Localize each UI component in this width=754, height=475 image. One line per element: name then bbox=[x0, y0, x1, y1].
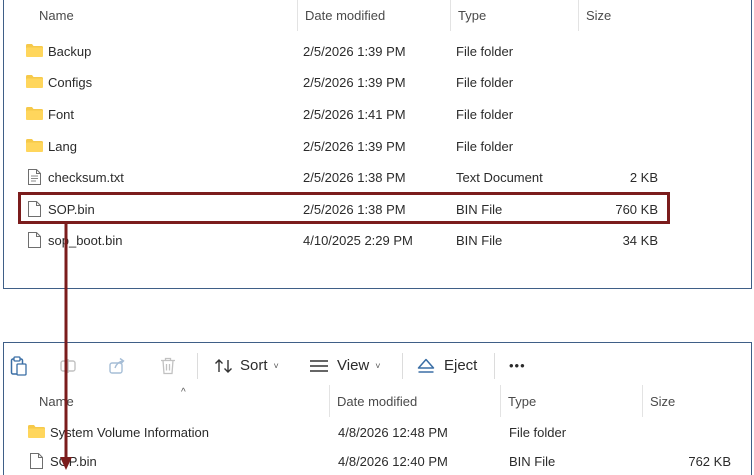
file-type: File folder bbox=[456, 74, 514, 90]
file-size: 762 KB bbox=[688, 453, 731, 469]
eject-icon bbox=[417, 358, 435, 373]
file-type: File folder bbox=[456, 138, 514, 154]
file-row-configs[interactable]: Configs 2/5/2026 1:39 PM File folder bbox=[22, 67, 662, 97]
sort-label: Sort bbox=[240, 357, 268, 374]
view-icon bbox=[310, 359, 328, 372]
file-row-checksum[interactable]: checksum.txt 2/5/2026 1:38 PM Text Docum… bbox=[22, 162, 662, 192]
column-header-type[interactable]: Type bbox=[501, 385, 643, 417]
file-type: BIN File bbox=[456, 232, 503, 248]
file-row-font[interactable]: Font 2/5/2026 1:41 PM File folder bbox=[22, 99, 662, 129]
file-date: 2/5/2026 1:38 PM bbox=[303, 169, 406, 185]
folder-icon bbox=[26, 44, 43, 57]
file-size: 2 KB bbox=[629, 169, 658, 185]
chevron-down-icon: ˅ bbox=[375, 360, 381, 371]
column-header-row: Name Date modified Type Size bbox=[4, 385, 751, 417]
toolbar-separator bbox=[197, 353, 198, 379]
file-date: 2/5/2026 1:39 PM bbox=[303, 43, 406, 59]
sort-button[interactable]: Sort ˅ bbox=[214, 343, 279, 388]
file-size bbox=[584, 99, 658, 129]
column-header-row: Name Date modified Type Size bbox=[4, 0, 751, 31]
folder-icon bbox=[26, 139, 43, 152]
file-type: File folder bbox=[456, 43, 514, 59]
copy-arrow-icon bbox=[60, 223, 72, 470]
sort-icon bbox=[215, 358, 232, 373]
file-name: checksum.txt bbox=[48, 169, 124, 185]
delete-button[interactable] bbox=[160, 343, 176, 388]
file-size bbox=[584, 67, 658, 97]
folder-icon bbox=[26, 107, 43, 120]
file-type: File folder bbox=[456, 106, 514, 122]
file-size bbox=[584, 36, 658, 66]
file-type: File folder bbox=[509, 424, 567, 440]
column-header-date-modified[interactable]: Date modified bbox=[330, 385, 501, 417]
delete-icon bbox=[161, 357, 175, 374]
eject-button[interactable]: Eject bbox=[417, 343, 477, 388]
folder-icon bbox=[26, 75, 43, 88]
file-name: Font bbox=[48, 106, 75, 122]
file-row-backup[interactable]: Backup 2/5/2026 1:39 PM File folder bbox=[22, 36, 662, 66]
destination-drive-window: Sort ˅ View ˅ Eject ••• ^ Name Date modi… bbox=[3, 342, 752, 475]
toolbar-separator bbox=[402, 353, 403, 379]
command-bar: Sort ˅ View ˅ Eject ••• bbox=[4, 343, 751, 388]
file-row-lang[interactable]: Lang 2/5/2026 1:39 PM File folder bbox=[22, 131, 662, 161]
file-row-sop-boot-bin[interactable]: sop_boot.bin 4/10/2025 2:29 PM BIN File … bbox=[22, 225, 662, 255]
column-header-name[interactable]: Name bbox=[32, 385, 330, 417]
column-header-name[interactable]: Name bbox=[32, 0, 298, 31]
toolbar-separator bbox=[494, 353, 495, 379]
column-header-date-modified[interactable]: Date modified bbox=[298, 0, 451, 31]
eject-label: Eject bbox=[444, 357, 478, 374]
file-date: 2/5/2026 1:41 PM bbox=[303, 106, 406, 122]
text-file-icon bbox=[28, 169, 41, 185]
file-date: 2/5/2026 1:39 PM bbox=[303, 138, 406, 154]
paste-icon bbox=[10, 355, 27, 376]
folder-icon bbox=[28, 425, 45, 438]
file-date: 4/10/2025 2:29 PM bbox=[303, 232, 413, 248]
file-name: Backup bbox=[48, 43, 92, 59]
file-date: 4/8/2026 12:40 PM bbox=[338, 453, 448, 469]
share-icon bbox=[109, 357, 125, 374]
file-row-sop-bin-copied[interactable]: SOP.bin 4/8/2026 12:40 PM BIN File 762 K… bbox=[24, 446, 744, 475]
view-label: View bbox=[337, 357, 370, 374]
file-name: Configs bbox=[48, 74, 93, 90]
column-header-type[interactable]: Type bbox=[451, 0, 579, 31]
file-row-system-volume-information[interactable]: System Volume Information 4/8/2026 12:48… bbox=[24, 417, 744, 447]
file-size bbox=[584, 131, 658, 161]
view-button[interactable]: View ˅ bbox=[309, 343, 381, 388]
share-button[interactable] bbox=[108, 343, 126, 388]
paste-button[interactable] bbox=[10, 343, 28, 388]
highlight-box bbox=[18, 192, 670, 224]
file-size bbox=[651, 417, 731, 447]
file-size: 34 KB bbox=[622, 232, 658, 248]
file-icon bbox=[30, 453, 43, 469]
file-date: 4/8/2026 12:48 PM bbox=[338, 424, 448, 440]
column-header-size[interactable]: Size bbox=[643, 385, 743, 417]
file-date: 2/5/2026 1:39 PM bbox=[303, 74, 406, 90]
source-file-list: Name Date modified Type Size Backup 2/5/… bbox=[3, 0, 752, 289]
file-type: BIN File bbox=[509, 453, 556, 469]
column-header-size[interactable]: Size bbox=[579, 0, 659, 31]
file-type: Text Document bbox=[456, 169, 543, 185]
chevron-down-icon: ˅ bbox=[273, 360, 279, 371]
more-options-button[interactable]: ••• bbox=[509, 343, 526, 388]
file-icon bbox=[28, 232, 41, 248]
more-options-icon: ••• bbox=[509, 358, 526, 373]
file-name: Lang bbox=[48, 138, 77, 154]
